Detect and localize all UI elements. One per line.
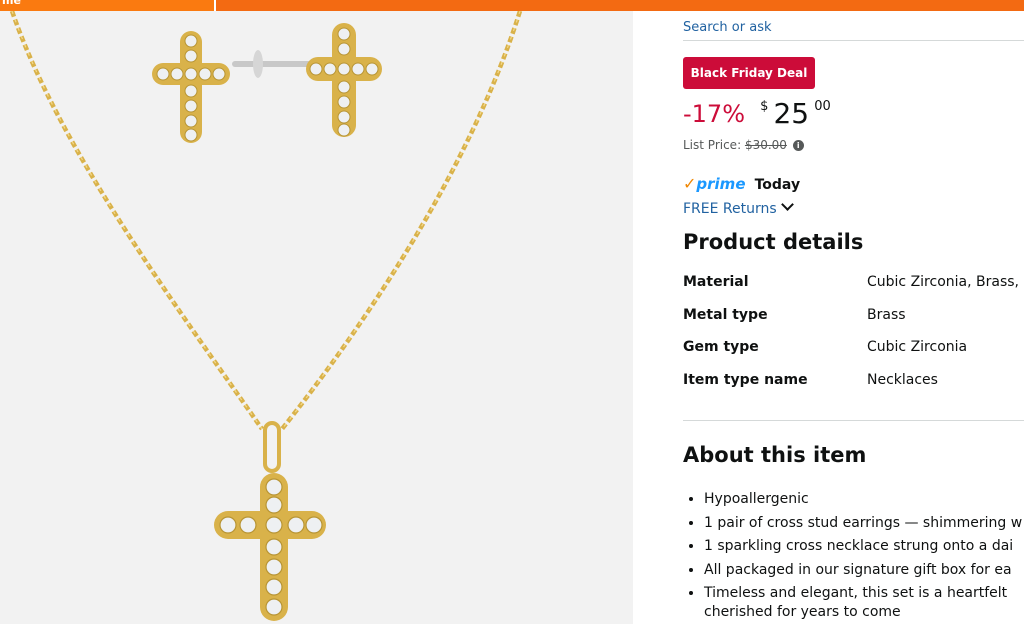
detail-value: Brass — [867, 306, 906, 323]
cross-earring-left — [152, 31, 230, 143]
detail-row: Item type name Necklaces — [683, 372, 1024, 405]
list-item: All packaged in our signature gift box f… — [704, 559, 1024, 583]
prime-delivery: ✓prime Today — [683, 174, 800, 194]
list-price: List Price: $30.00 i — [683, 138, 804, 152]
cross-earring-right — [232, 23, 382, 137]
top-nav-tab[interactable]: me — [0, 0, 216, 11]
detail-value: Cubic Zirconia, Brass, — [867, 274, 1019, 290]
detail-row: Gem type Cubic Zirconia — [683, 339, 1024, 372]
info-icon[interactable]: i — [792, 140, 804, 151]
price-currency: $ — [760, 99, 769, 114]
detail-value: Necklaces — [867, 371, 938, 388]
list-price-value: $30.00 — [744, 138, 787, 152]
list-item: 1 pair of cross stud earrings — shimmeri… — [704, 512, 1024, 536]
product-details-heading: Product details — [683, 230, 864, 254]
chevron-down-icon — [780, 198, 794, 211]
price-whole: 25 — [773, 97, 810, 130]
cross-pendant — [214, 473, 326, 621]
search-or-ask-link[interactable]: Search or ask — [683, 20, 772, 35]
product-photo — [9, 11, 523, 621]
divider — [683, 420, 1024, 421]
list-item: 1 sparkling cross necklace strung onto a… — [704, 535, 1024, 559]
list-item: Timeless and elegant, this set is a hear… — [704, 582, 1024, 606]
discount-percent: -17% — [683, 100, 746, 128]
about-item-heading: About this item — [683, 443, 867, 467]
about-item-list: Hypoallergenic 1 pair of cross stud earr… — [683, 488, 1024, 606]
prime-logo: prime — [696, 175, 746, 193]
detail-row: Metal type Brass — [683, 307, 1024, 340]
detail-key: Material — [683, 274, 749, 290]
product-details-table: Material Cubic Zirconia, Brass, Metal ty… — [683, 274, 1024, 404]
price-block: -17% $ 25 00 — [683, 97, 831, 133]
detail-value: Cubic Zirconia — [867, 339, 968, 355]
prime-check-icon: ✓ — [683, 174, 697, 193]
top-nav-bar: me — [0, 0, 1024, 11]
detail-key: Metal type — [683, 306, 768, 323]
product-image[interactable] — [0, 11, 633, 624]
list-item: Hypoallergenic — [704, 488, 1024, 512]
prime-today: Today — [754, 177, 801, 193]
detail-row: Material Cubic Zirconia, Brass, — [683, 274, 1024, 307]
free-returns-label: FREE Returns — [683, 201, 777, 217]
detail-key: Item type name — [683, 371, 808, 388]
list-item-continuation: cherished for years to come — [704, 604, 901, 620]
deal-badge: Black Friday Deal — [683, 57, 815, 89]
divider — [683, 40, 1024, 41]
buy-box: Search or ask Black Friday Deal -17% $ 2… — [683, 11, 1024, 624]
detail-key: Gem type — [683, 339, 759, 355]
top-nav-label: me — [2, 0, 21, 7]
pendant-bail — [263, 421, 281, 473]
price-fraction: 00 — [814, 99, 831, 114]
list-price-label: List Price: — [683, 138, 742, 152]
free-returns-link[interactable]: FREE Returns — [683, 198, 794, 217]
